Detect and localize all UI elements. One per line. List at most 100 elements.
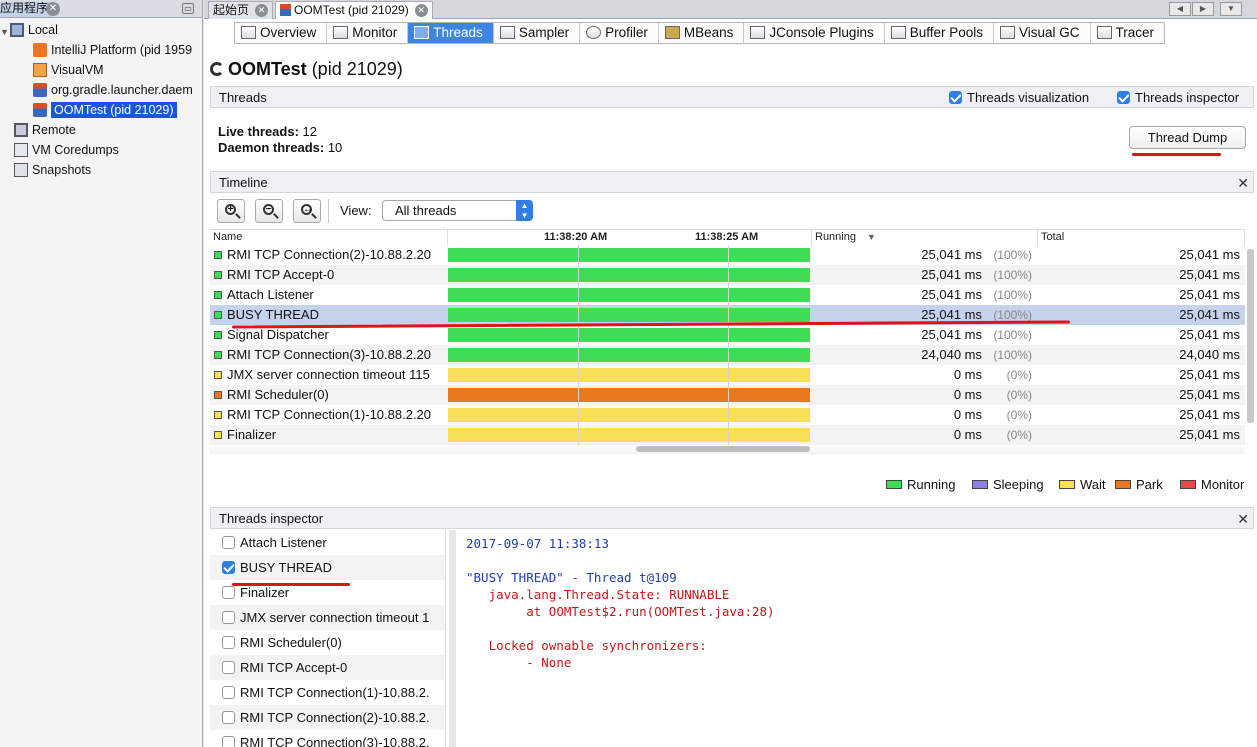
column-header-total[interactable]: Total: [1038, 230, 1245, 245]
tab-start-page[interactable]: 起始页 ✕: [208, 1, 274, 19]
thread-name-label: RMI TCP Connection(2)-10.88.2.20: [227, 247, 432, 262]
inspector-thread-item[interactable]: Attach Listener: [210, 530, 445, 555]
column-header-name[interactable]: Name: [210, 230, 448, 245]
inspector-thread-item[interactable]: JMX server connection timeout 1: [210, 605, 445, 630]
column-header-running[interactable]: Running ▼: [812, 230, 1038, 245]
tab-sampler[interactable]: Sampler: [494, 23, 581, 43]
jconsole-icon: [750, 26, 766, 39]
tab-threads[interactable]: Threads: [408, 23, 494, 43]
legend-label: Wait: [1080, 477, 1106, 492]
thread-name-label: RMI Scheduler(0): [227, 387, 329, 402]
toolbar-separator: [328, 199, 329, 223]
live-threads-value: 12: [302, 124, 318, 139]
overview-icon: [241, 26, 256, 39]
checkbox-icon[interactable]: [222, 586, 235, 599]
tab-oomtest[interactable]: OOMTest (pid 21029) ✕: [275, 1, 433, 19]
thread-dump-button[interactable]: Thread Dump: [1129, 126, 1246, 149]
total-time: 25,041 ms: [1179, 267, 1240, 282]
tree-node-remote[interactable]: Remote: [14, 120, 76, 140]
close-icon[interactable]: ✕: [414, 4, 428, 18]
close-icon[interactable]: ✕: [46, 2, 60, 16]
running-time: 25,041 ms: [921, 267, 982, 282]
zoom-out-button[interactable]: −: [255, 199, 283, 223]
inspector-thread-item[interactable]: RMI Scheduler(0): [210, 630, 445, 655]
inspector-thread-item[interactable]: RMI TCP Connection(3)-10.88.2.: [210, 730, 445, 747]
running-percent: (100%): [993, 248, 1032, 262]
threads-icon: [414, 26, 430, 39]
checkbox-icon[interactable]: [222, 611, 235, 624]
tab-overview[interactable]: Overview: [235, 23, 328, 43]
tree-node-app-2[interactable]: org.gradle.launcher.daem: [33, 80, 193, 100]
checkbox-icon[interactable]: [222, 711, 235, 724]
tab-tracer[interactable]: Tracer: [1091, 23, 1165, 43]
inspector-thread-item[interactable]: RMI TCP Connection(2)-10.88.2.: [210, 705, 445, 730]
tree-node-snapshots[interactable]: Snapshots: [14, 160, 91, 180]
tab-label: OOMTest (pid 21029): [294, 3, 409, 17]
tree-node-remote-label: Remote: [32, 123, 76, 137]
tab-visual-gc[interactable]: Visual GC: [994, 23, 1091, 43]
zoom-fit-button[interactable]: ↔: [293, 199, 321, 223]
tree-node-local[interactable]: Local: [10, 20, 58, 40]
scroll-right-icon[interactable]: ▶: [1192, 2, 1214, 16]
threads-inspector-checkbox[interactable]: Threads inspector: [1117, 87, 1239, 109]
legend-swatch: [1115, 480, 1131, 489]
expand-arrow-icon[interactable]: ▼: [0, 27, 9, 37]
mbeans-icon: [664, 26, 680, 39]
total-time: 25,041 ms: [1179, 287, 1240, 302]
minimize-icon[interactable]: ▭: [182, 3, 194, 14]
checkbox-checked-icon[interactable]: [222, 561, 235, 574]
zoom-handle: [235, 213, 241, 219]
inspector-thread-item[interactable]: BUSY THREAD: [210, 555, 445, 580]
running-percent: (0%): [1006, 388, 1032, 402]
scroll-left-icon[interactable]: ◀: [1169, 2, 1191, 16]
total-time: 25,041 ms: [1179, 427, 1240, 442]
inspector-divider[interactable]: [449, 530, 456, 747]
inspector-thread-label: RMI TCP Connection(3)-10.88.2.: [240, 735, 430, 747]
total-time: 25,041 ms: [1179, 327, 1240, 342]
checkbox-icon[interactable]: [222, 661, 235, 674]
checkbox-icon[interactable]: [222, 536, 235, 549]
app-label: IntelliJ Platform (pid 1959: [51, 43, 193, 57]
tree-node-app-0[interactable]: IntelliJ Platform (pid 1959: [33, 40, 192, 60]
inspector-thread-item[interactable]: RMI TCP Connection(1)-10.88.2.: [210, 680, 445, 705]
tab-jconsole-plugins[interactable]: JConsole Plugins: [744, 23, 885, 43]
legend-swatch: [886, 480, 902, 489]
applications-tab[interactable]: 应用程序 ✕ ▭: [0, 0, 202, 18]
vertical-scrollbar[interactable]: [1247, 249, 1254, 423]
threads-visualization-checkbox[interactable]: Threads visualization: [949, 87, 1089, 109]
inspector-thread-label: RMI TCP Connection(1)-10.88.2.: [240, 685, 430, 700]
zoom-in-button[interactable]: +: [217, 199, 245, 223]
tree-node-coredumps[interactable]: VM Coredumps: [14, 140, 119, 160]
checkbox-icon[interactable]: [222, 736, 235, 747]
checkbox-checked-icon: [949, 91, 962, 104]
tab-list-icon[interactable]: ▼: [1220, 2, 1242, 16]
section-title: Timeline: [219, 175, 268, 190]
inspector-thread-list: Attach Listener BUSY THREAD Finalizer JMX s…: [210, 530, 446, 747]
tree-node-app-1[interactable]: VisualVM: [33, 60, 104, 80]
tab-buffer-pools[interactable]: Buffer Pools: [885, 23, 994, 43]
dump-locked-value: - None: [526, 655, 572, 670]
checkbox-icon[interactable]: [222, 686, 235, 699]
thread-name-label: JMX server connection timeout 115: [227, 367, 430, 382]
loading-spinner-icon: [210, 62, 224, 76]
running-time: 25,041 ms: [921, 327, 982, 342]
tab-profiler[interactable]: Profiler: [580, 23, 659, 43]
view-select[interactable]: All threads ▲ ▼: [382, 200, 533, 221]
timeline-section-header: Timeline ✕: [210, 171, 1254, 193]
coredump-icon: [14, 142, 28, 157]
tab-monitor[interactable]: Monitor: [327, 23, 409, 43]
horizontal-scrollbar[interactable]: [636, 446, 810, 452]
java-icon: [33, 102, 47, 117]
tab-label: Visual GC: [1019, 25, 1080, 40]
checkbox-icon[interactable]: [222, 636, 235, 649]
total-time: 25,041 ms: [1179, 387, 1240, 402]
tab-mbeans[interactable]: MBeans: [659, 23, 745, 43]
inspector-thread-item[interactable]: RMI TCP Accept-0: [210, 655, 445, 680]
close-icon[interactable]: ✕: [1237, 508, 1249, 530]
close-icon[interactable]: ✕: [255, 4, 269, 18]
close-icon[interactable]: ✕: [1237, 172, 1249, 194]
applications-panel: 应用程序 ✕ ▭ ▼ Local IntelliJ Platform (pid …: [0, 0, 203, 747]
inspector-thread-label: Finalizer: [240, 585, 290, 600]
tree-node-app-3[interactable]: OOMTest (pid 21029): [33, 100, 177, 120]
tab-label: Monitor: [352, 25, 398, 40]
